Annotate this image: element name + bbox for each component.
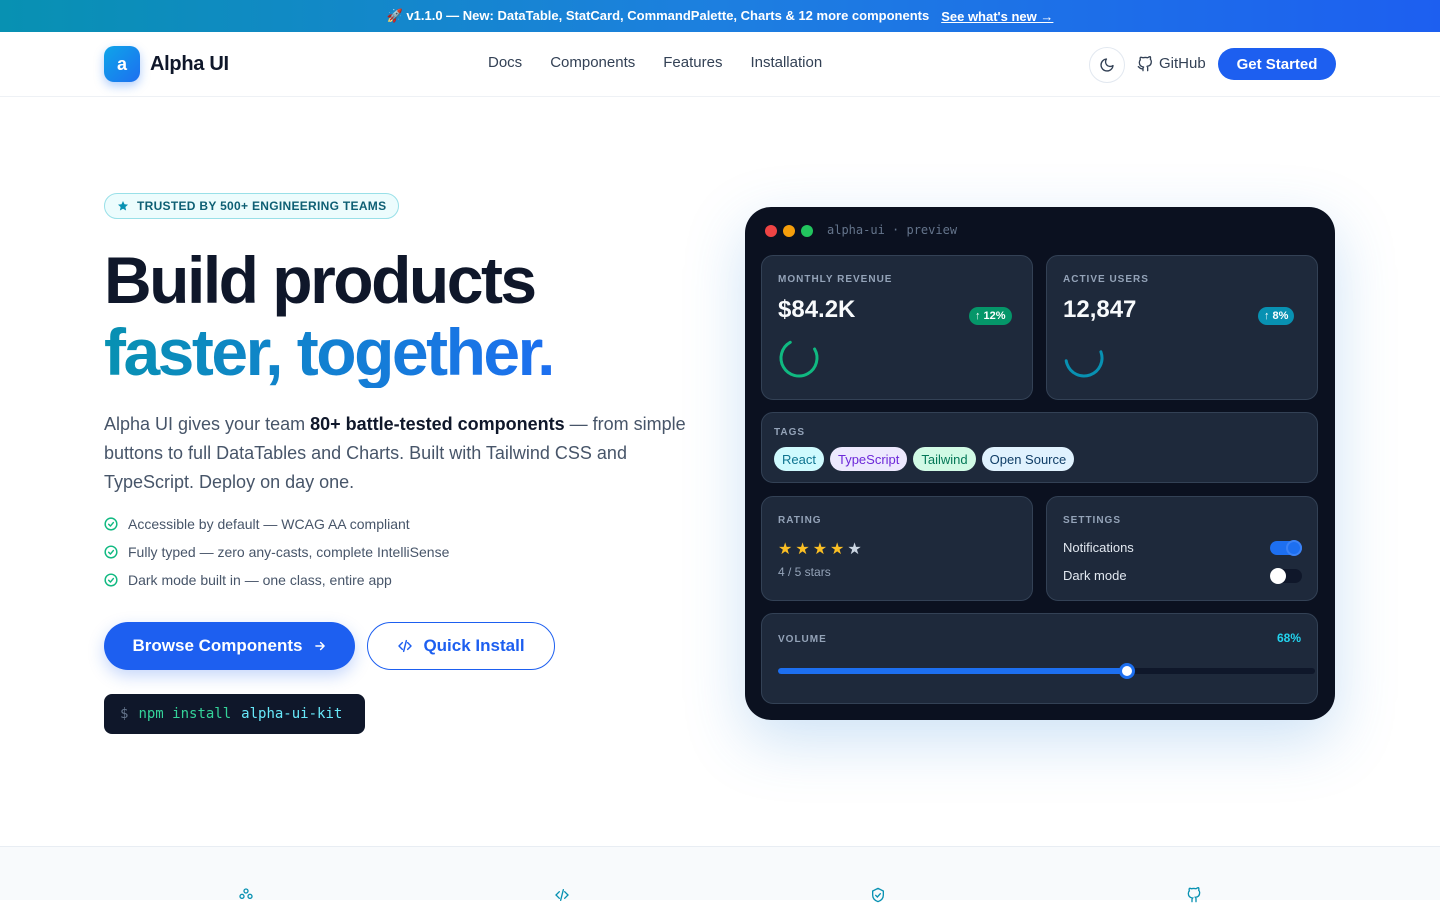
github-icon <box>1137 55 1152 71</box>
star-rating[interactable]: ★ ★ ★ ★ ★ <box>778 539 862 559</box>
check-circle-icon <box>104 544 118 559</box>
volume-value: 68% <box>1276 631 1301 645</box>
dark-mode-toggle[interactable] <box>1270 568 1302 584</box>
nav-links: Docs Components Features Installation <box>488 54 822 71</box>
get-started-button[interactable]: Get Started <box>1218 48 1336 80</box>
checklist-item: Accessible by default — WCAG AA complian… <box>104 514 449 533</box>
code-icon <box>552 887 572 903</box>
hero-sub-prefix: Alpha UI gives your team <box>104 414 311 434</box>
tag-open-source[interactable]: Open Source <box>981 447 1075 471</box>
arrow-right-icon <box>314 641 325 651</box>
checklist-item: Dark mode built in — one class, entire a… <box>104 570 449 589</box>
star-badge-icon <box>118 201 128 211</box>
close-dot <box>765 225 777 237</box>
nav-link-features[interactable]: Features <box>663 54 722 71</box>
tags-card: TAGS React TypeScript Tailwind Open Sour… <box>761 412 1318 483</box>
minimize-dot <box>783 225 795 237</box>
volume-slider-thumb[interactable] <box>1119 663 1135 679</box>
checklist-item-text: Accessible by default — WCAG AA complian… <box>128 515 410 532</box>
code-icon <box>398 639 413 653</box>
settings-card: SETTINGS Notifications Dark mode <box>1046 496 1318 601</box>
terminal-prompt: $ <box>120 706 129 722</box>
tag-list: React TypeScript Tailwind Open Source <box>774 447 1075 471</box>
users-stat-card: ACTIVE USERS 12,847 ↑ 8% <box>1046 255 1318 400</box>
nav-link-installation[interactable]: Installation <box>750 54 822 71</box>
revenue-stat-card: MONTHLY REVENUE $84.2K ↑ 12% <box>761 255 1033 400</box>
setting-notifications-label: Notifications <box>1063 540 1134 555</box>
nav-link-components[interactable]: Components <box>550 54 635 71</box>
checklist-item-text: Dark mode built in — one class, entire a… <box>128 571 392 588</box>
check-circle-icon <box>104 572 118 587</box>
users-spinner-icon <box>1064 338 1104 378</box>
rating-card: RATING ★ ★ ★ ★ ★ 4 / 5 stars <box>761 496 1033 601</box>
toggle-knob <box>1270 568 1286 584</box>
tag-tailwind[interactable]: Tailwind <box>913 447 976 471</box>
hero-subtitle: Alpha UI gives your team 80+ battle-test… <box>104 410 694 497</box>
announcement-text: 🚀 v1.1.0 — New: DataTable, StatCard, Com… <box>386 8 930 23</box>
users-change-badge: ↑ 8% <box>1258 307 1295 325</box>
check-circle-icon <box>104 516 118 531</box>
star-filled-icon[interactable]: ★ <box>795 539 809 559</box>
checklist-item-text: Fully typed — zero any-casts, complete I… <box>128 543 450 560</box>
revenue-value: $84.2K <box>778 296 856 323</box>
toggle-knob <box>1286 540 1302 556</box>
preview-title: alpha-ui · preview <box>827 223 958 237</box>
trust-badge: TRUSTED BY 500+ ENGINEERING TEAMS <box>104 193 400 219</box>
announcement-bar: 🚀 v1.1.0 — New: DataTable, StatCard, Com… <box>0 0 1440 32</box>
tags-label: TAGS <box>774 427 806 438</box>
quick-install-button[interactable]: Quick Install <box>367 622 555 670</box>
quick-install-label: Quick Install <box>423 636 525 655</box>
logo-mark: a <box>104 46 140 82</box>
users-value: 12,847 <box>1063 296 1137 323</box>
maximize-dot <box>801 225 813 237</box>
hero-sub-bold: 80+ battle-tested components <box>310 414 565 434</box>
checklist-item: Fully typed — zero any-casts, complete I… <box>104 542 449 561</box>
volume-slider-fill <box>778 668 1127 674</box>
revenue-change-badge: ↑ 12% <box>969 307 1012 325</box>
install-command[interactable]: $ npm install alpha-ui-kit <box>104 694 365 734</box>
github-label: GitHub <box>1159 55 1206 72</box>
github-icon <box>1184 887 1204 903</box>
tag-typescript[interactable]: TypeScript <box>829 447 908 471</box>
volume-slider[interactable] <box>778 663 1315 679</box>
whats-new-link[interactable]: See what's new → <box>941 9 1053 24</box>
nav-link-docs[interactable]: Docs <box>488 54 522 71</box>
features-section <box>0 846 1440 903</box>
preview-window: alpha-ui · preview MONTHLY REVENUE $84.2… <box>745 207 1335 720</box>
volume-label: VOLUME <box>778 634 827 645</box>
browse-components-label: Browse Components <box>132 636 303 655</box>
star-empty-icon[interactable]: ★ <box>847 539 861 559</box>
github-link[interactable]: GitHub <box>1137 55 1206 72</box>
terminal-package: alpha-ui-kit <box>241 706 343 722</box>
shield-check-icon <box>868 887 888 903</box>
star-filled-icon[interactable]: ★ <box>778 539 792 559</box>
tag-react[interactable]: React <box>774 447 824 471</box>
hero-title: Build products faster, together. <box>104 243 556 389</box>
moon-icon <box>1100 58 1114 72</box>
revenue-label: MONTHLY REVENUE <box>778 274 893 285</box>
users-label: ACTIVE USERS <box>1063 274 1149 285</box>
browse-components-button[interactable]: Browse Components <box>104 622 355 670</box>
revenue-spinner-icon <box>779 338 819 378</box>
theme-toggle-button[interactable] <box>1089 47 1125 83</box>
terminal-command: npm install <box>138 706 232 722</box>
window-controls <box>765 225 813 237</box>
logo[interactable]: a Alpha UI <box>104 46 229 82</box>
star-filled-icon[interactable]: ★ <box>813 539 827 559</box>
setting-dark-mode-label: Dark mode <box>1063 568 1127 583</box>
notifications-toggle[interactable] <box>1270 540 1302 556</box>
hero-title-line2: faster, together. <box>104 315 556 389</box>
trust-badge-text: TRUSTED BY 500+ ENGINEERING TEAMS <box>137 199 387 213</box>
settings-label: SETTINGS <box>1063 515 1122 526</box>
hero-title-line1: Build products <box>104 243 537 317</box>
rating-text: 4 / 5 stars <box>778 565 831 579</box>
components-icon <box>236 887 256 903</box>
brand-name: Alpha UI <box>150 52 229 75</box>
star-filled-icon[interactable]: ★ <box>830 539 844 559</box>
rating-label: RATING <box>778 515 822 526</box>
volume-card: VOLUME 68% <box>761 613 1318 704</box>
feature-checklist: Accessible by default — WCAG AA complian… <box>104 514 449 589</box>
